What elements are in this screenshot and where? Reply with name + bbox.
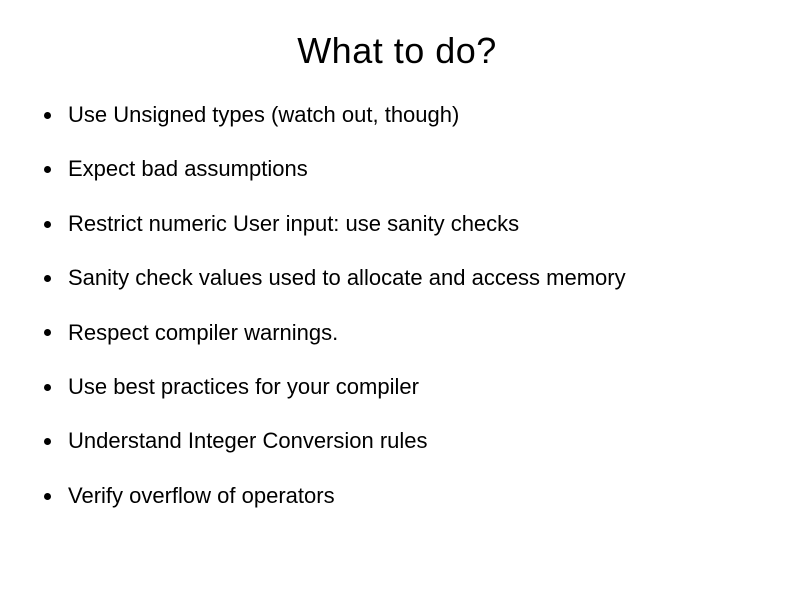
slide: What to do? Use Unsigned types (watch ou… [0, 0, 794, 595]
list-item: Use Unsigned types (watch out, though) [40, 102, 764, 128]
list-item: Verify overflow of operators [40, 483, 764, 509]
list-item: Sanity check values used to allocate and… [40, 265, 764, 291]
list-item: Respect compiler warnings. [40, 320, 764, 346]
bullet-list: Use Unsigned types (watch out, though) E… [30, 102, 764, 509]
slide-title: What to do? [30, 30, 764, 72]
list-item: Understand Integer Conversion rules [40, 428, 764, 454]
list-item: Restrict numeric User input: use sanity … [40, 211, 764, 237]
list-item: Use best practices for your compiler [40, 374, 764, 400]
list-item: Expect bad assumptions [40, 156, 764, 182]
